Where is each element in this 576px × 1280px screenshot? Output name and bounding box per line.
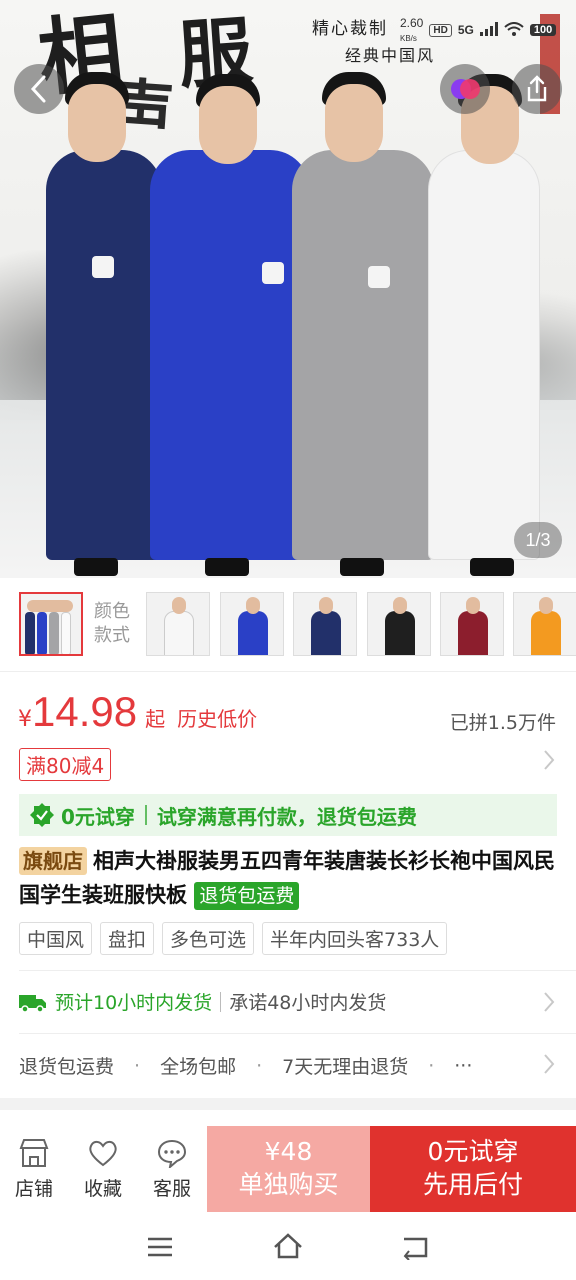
home-icon[interactable] bbox=[272, 1232, 304, 1260]
service-item: 全场包邮 bbox=[160, 1056, 237, 1078]
thumbnail-white[interactable] bbox=[146, 592, 210, 656]
buy-single-button[interactable]: ¥48 单独购买 bbox=[207, 1126, 370, 1212]
model-shoe bbox=[205, 558, 249, 576]
shipping-promise: 承诺48小时内发货 bbox=[229, 992, 387, 1014]
status-bar: 2.60 KB/s HD 5G 100 bbox=[400, 16, 557, 44]
store-button[interactable]: 店铺 bbox=[4, 1136, 64, 1201]
trial-line2: 先用后付 bbox=[422, 1170, 523, 1199]
more-services: ··· bbox=[454, 1054, 473, 1077]
robe-cuff bbox=[92, 256, 114, 278]
thumbnail-black[interactable] bbox=[367, 592, 431, 656]
robe-cuff bbox=[368, 266, 390, 288]
model-head bbox=[325, 84, 383, 162]
signal-icon bbox=[479, 21, 498, 39]
thumbnail-multi[interactable] bbox=[19, 592, 83, 656]
favorite-label: 收藏 bbox=[83, 1178, 122, 1200]
chevron-right-icon[interactable] bbox=[542, 990, 556, 1020]
network-label: 5G bbox=[457, 23, 474, 37]
brand-logo-icon bbox=[451, 79, 480, 99]
store-icon bbox=[19, 1139, 49, 1167]
shipping-estimate: 预计10小时内发货 bbox=[55, 992, 213, 1014]
single-label: 单独购买 bbox=[238, 1170, 339, 1199]
chevron-right-icon[interactable] bbox=[542, 748, 556, 778]
robe-cuff bbox=[262, 262, 284, 284]
sold-count: 已拼1.5万件 bbox=[449, 712, 556, 734]
color-style-label: 颜色 款式 bbox=[94, 601, 130, 646]
return-shipping-badge: 退货包运费 bbox=[194, 882, 300, 910]
divider bbox=[19, 970, 576, 971]
system-nav-bar bbox=[0, 1214, 576, 1280]
free-trial-banner[interactable]: 0元试穿 试穿满意再付款，退货包运费 bbox=[19, 794, 557, 836]
price-row: ¥ 14.98 起 历史低价 bbox=[18, 688, 257, 736]
price-value: 14.98 bbox=[32, 688, 138, 735]
robe-navy bbox=[46, 150, 162, 560]
service-label: 客服 bbox=[152, 1178, 191, 1200]
section-gap bbox=[0, 1098, 576, 1110]
flagship-badge: 旗舰店 bbox=[19, 847, 87, 875]
thumbnail-wine[interactable] bbox=[440, 592, 504, 656]
wifi-icon bbox=[504, 21, 524, 39]
menu-icon[interactable] bbox=[146, 1236, 174, 1258]
customer-service-button[interactable]: 客服 bbox=[142, 1136, 202, 1201]
price-history-tag: 历史低价 bbox=[177, 707, 258, 731]
service-guarantees-row[interactable]: 退货包运费 · 全场包邮 · 7天无理由退货 · ··· bbox=[19, 1052, 472, 1079]
tag: 多色可选 bbox=[162, 922, 255, 955]
product-screen: 相 声 服 精心裁制 经典中国风 2.60 KB/s HD 5G 100 1/3… bbox=[0, 0, 576, 1280]
slogan-line1: 精心裁制 bbox=[312, 19, 388, 39]
back-button[interactable] bbox=[14, 64, 64, 114]
shipping-row[interactable]: 预计10小时内发货 承诺48小时内发货 bbox=[19, 988, 386, 1015]
tag: 中国风 bbox=[19, 922, 93, 955]
separator-dot: · bbox=[134, 1054, 141, 1077]
robe-white bbox=[428, 150, 540, 560]
model-shoe bbox=[340, 558, 384, 576]
thumbnail-blue[interactable] bbox=[220, 592, 284, 656]
heart-icon bbox=[89, 1140, 117, 1167]
share-button[interactable] bbox=[512, 64, 562, 114]
separator-dot: · bbox=[428, 1054, 435, 1077]
model-head bbox=[68, 84, 126, 162]
thumbnail-orange[interactable] bbox=[513, 592, 576, 656]
divider bbox=[19, 1033, 576, 1034]
model-head bbox=[199, 86, 257, 164]
free-trial-button[interactable]: 0元试穿 先用后付 bbox=[370, 1126, 576, 1212]
divider bbox=[220, 991, 222, 1012]
divider bbox=[144, 805, 147, 825]
back-nav-icon[interactable] bbox=[400, 1234, 430, 1260]
share-icon bbox=[527, 75, 547, 102]
hd-icon: HD bbox=[429, 23, 452, 37]
image-counter: 1/3 bbox=[514, 522, 562, 558]
trial-desc: 试穿满意再付款，退货包运费 bbox=[156, 804, 417, 829]
service-item: 退货包运费 bbox=[19, 1056, 115, 1078]
chevron-left-icon bbox=[30, 75, 46, 103]
favorite-button[interactable]: 收藏 bbox=[73, 1136, 133, 1201]
net-speed: 2.60 KB/s bbox=[400, 16, 424, 43]
robe-blue bbox=[150, 150, 310, 560]
brand-logo-button[interactable] bbox=[440, 64, 490, 114]
slogan-line2: 经典中国风 bbox=[345, 46, 436, 65]
price-symbol: ¥ bbox=[18, 707, 32, 732]
chevron-right-icon[interactable] bbox=[542, 1052, 556, 1082]
store-label: 店铺 bbox=[14, 1178, 53, 1200]
trial-line1: 0元试穿 bbox=[427, 1137, 519, 1166]
battery-icon: 100 bbox=[529, 24, 557, 36]
model-shoe bbox=[74, 558, 118, 576]
trial-badge-icon bbox=[30, 803, 54, 827]
thumbnail-navy[interactable] bbox=[293, 592, 357, 656]
product-title: 旗舰店 相声大褂服装男五四青年装唐装长衫长袍中国风民国学生装班服快板 退货包运费 bbox=[19, 844, 559, 912]
price-suffix: 起 bbox=[145, 707, 166, 731]
separator-dot: · bbox=[256, 1054, 263, 1077]
chat-icon bbox=[157, 1139, 187, 1168]
product-hero-image[interactable]: 相 声 服 精心裁制 经典中国风 2.60 KB/s HD 5G 100 1/3 bbox=[0, 0, 576, 578]
model-shoe bbox=[470, 558, 514, 576]
product-tags: 中国风 盘扣 多色可选 半年内回头客733人 bbox=[19, 922, 448, 955]
single-price: ¥48 bbox=[264, 1137, 313, 1166]
tag: 盘扣 bbox=[100, 922, 155, 955]
truck-icon bbox=[19, 994, 46, 1012]
service-item: 7天无理由退货 bbox=[282, 1056, 409, 1078]
robe-grey bbox=[292, 150, 434, 560]
trial-label: 0元试穿 bbox=[61, 804, 135, 829]
coupon-badge[interactable]: 满80减4 bbox=[19, 748, 112, 781]
tag: 半年内回头客733人 bbox=[262, 922, 448, 955]
